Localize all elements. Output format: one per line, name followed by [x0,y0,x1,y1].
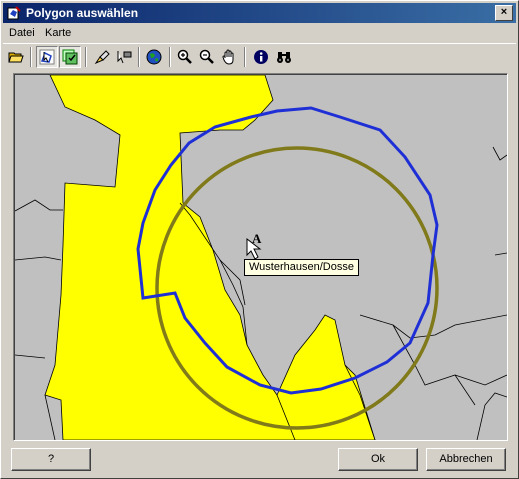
open-button[interactable] [5,46,27,68]
arrow-flag-icon [117,51,132,64]
open-folder-icon [8,52,24,63]
globe-button[interactable] [143,46,165,68]
window-title: Polygon auswählen [26,6,139,20]
pan-hand-icon [222,49,234,65]
ok-button[interactable]: Ok [338,448,418,471]
zoom-out-button[interactable] [196,46,218,68]
arrow-flag-button[interactable] [113,46,135,68]
toolbar-separator [85,47,87,67]
toolbar-separator [138,47,140,67]
toolbar-separator [30,47,32,67]
select-multiple-button[interactable] [59,46,81,68]
globe-icon [146,49,162,65]
pan-button[interactable] [218,46,240,68]
select-polygon-button[interactable] [36,46,58,68]
menu-karte[interactable]: Karte [45,27,71,39]
toolbar [3,43,516,70]
app-icon [7,6,21,20]
info-icon [254,50,268,64]
edit-select-button[interactable] [91,46,113,68]
find-button[interactable] [273,46,295,68]
title-bar[interactable]: Polygon auswählen × [3,3,516,23]
highlighted-region-south [276,314,376,440]
zoom-out-icon [199,49,214,64]
toolbar-separator [169,47,171,67]
map-view[interactable]: A Wusterhausen/Dosse [14,74,507,440]
select-polygon-icon [39,49,55,65]
zoom-in-button[interactable] [174,46,196,68]
dialog-window: Polygon auswählen × Datei Karte A Wuster… [0,0,519,479]
info-button[interactable] [250,46,272,68]
help-button[interactable]: ? [11,448,91,471]
binoculars-icon [277,52,291,63]
menu-datei[interactable]: Datei [9,27,35,39]
place-tooltip: Wusterhausen/Dosse [244,259,359,276]
edit-select-icon [94,50,110,65]
location-marker: A [252,231,262,246]
zoom-in-icon [177,49,192,64]
map-frame: A Wusterhausen/Dosse [13,73,508,441]
cancel-button[interactable]: Abbrechen [426,448,506,471]
close-button[interactable]: × [495,5,513,21]
toolbar-separator [244,47,246,67]
select-multiple-icon [62,49,78,65]
map-canvas[interactable] [15,75,507,440]
